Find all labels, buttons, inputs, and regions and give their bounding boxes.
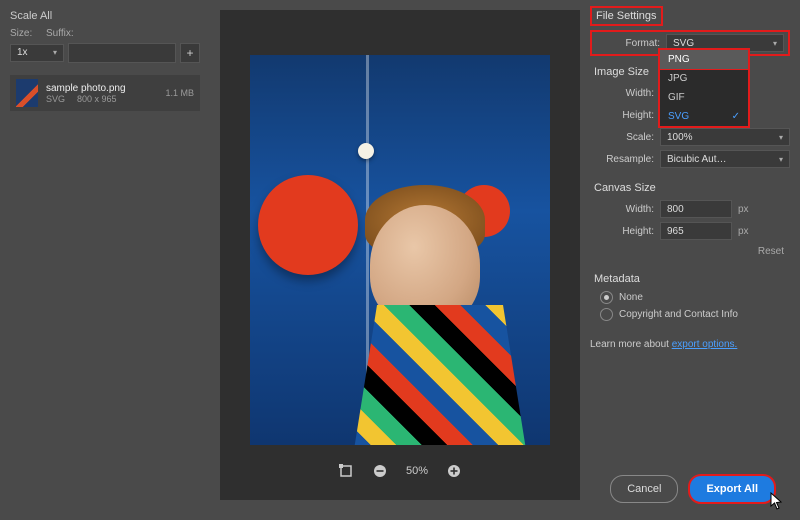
resample-label: Resample:	[590, 154, 654, 165]
scale-label: Scale:	[590, 132, 654, 143]
scale-select[interactable]: 100% ▾	[660, 128, 790, 146]
learn-more-prefix: Learn more about	[590, 339, 672, 350]
metadata-none-label: None	[619, 292, 643, 303]
zoom-out-icon[interactable]	[372, 463, 388, 479]
chevron-down-icon: ▾	[779, 155, 783, 164]
image-size-title: Image Size	[590, 64, 653, 80]
metadata-copyright-label: Copyright and Contact Info	[619, 309, 738, 320]
zoom-toolbar: 50%	[338, 463, 462, 479]
add-scale-button[interactable]: +	[180, 43, 200, 63]
resample-select[interactable]: Bicubic Aut… ▾	[660, 150, 790, 168]
asset-list-item[interactable]: sample photo.png SVG 800 x 965 1.1 MB	[10, 75, 200, 111]
scale-all-panel: Scale All Size: Suffix: 1x ▾ + sample ph…	[10, 10, 200, 111]
height-label: Height:	[590, 110, 654, 121]
format-dropdown-menu[interactable]: PNG JPG GIF SVG ✓	[658, 48, 750, 128]
scale-labels-row: Size: Suffix:	[10, 28, 200, 39]
learn-more-link[interactable]: export options.	[672, 339, 738, 350]
cursor-icon	[770, 492, 784, 510]
resample-value: Bicubic Aut…	[667, 154, 726, 165]
canvas-width-label: Width:	[590, 204, 654, 215]
scale-value: 100%	[667, 132, 693, 143]
check-icon: ✓	[732, 111, 740, 122]
scale-dropdown[interactable]: 1x ▾	[10, 44, 64, 62]
format-value: SVG	[673, 38, 694, 49]
chevron-down-icon: ▾	[53, 44, 57, 62]
resample-row: Resample: Bicubic Aut… ▾	[590, 150, 790, 168]
suffix-input[interactable]	[68, 43, 176, 63]
preview-body	[350, 305, 530, 445]
zoom-value: 50%	[406, 465, 428, 477]
canvas-height-input[interactable]: 965	[660, 222, 732, 240]
preview-panel: 50%	[220, 10, 580, 500]
preview-canvas[interactable]	[250, 55, 550, 445]
format-option-gif[interactable]: GIF	[660, 88, 748, 107]
crop-icon[interactable]	[338, 463, 354, 479]
format-option-svg[interactable]: SVG ✓	[660, 107, 748, 126]
unit-px: px	[738, 204, 754, 215]
asset-dimensions: 800 x 965	[77, 94, 117, 104]
preview-ball	[358, 143, 374, 159]
size-label: Size:	[10, 28, 40, 39]
width-label: Width:	[590, 88, 654, 99]
asset-name: sample photo.png	[46, 83, 157, 94]
scale-inputs-row: 1x ▾ +	[10, 43, 200, 63]
metadata-copyright-row[interactable]: Copyright and Contact Info	[600, 308, 790, 321]
suffix-label: Suffix:	[46, 28, 176, 39]
unit-px: px	[738, 226, 754, 237]
canvas-size-title: Canvas Size	[590, 180, 660, 196]
asset-thumbnail	[16, 79, 38, 107]
asset-filesize: 1.1 MB	[165, 88, 194, 98]
learn-more-text: Learn more about export options.	[590, 339, 790, 350]
canvas-width-input[interactable]: 800	[660, 200, 732, 218]
reset-link[interactable]: Reset	[590, 246, 790, 257]
asset-meta: sample photo.png SVG 800 x 965	[46, 83, 157, 104]
zoom-in-icon[interactable]	[446, 463, 462, 479]
asset-format: SVG	[46, 94, 65, 104]
chevron-down-icon: ▾	[779, 133, 783, 142]
canvas-width-row: Width: 800 px	[590, 200, 790, 218]
radio-icon	[600, 291, 613, 304]
scale-value: 1x	[17, 44, 28, 62]
cancel-button[interactable]: Cancel	[610, 475, 678, 503]
metadata-title: Metadata	[590, 271, 644, 287]
format-option-png[interactable]: PNG	[659, 49, 749, 70]
scale-all-title: Scale All	[10, 10, 200, 22]
metadata-section: Metadata None Copyright and Contact Info	[590, 271, 790, 321]
canvas-height-label: Height:	[590, 226, 654, 237]
format-option-svg-label: SVG	[668, 111, 689, 122]
metadata-none-row[interactable]: None	[600, 291, 790, 304]
export-all-button[interactable]: Export All	[688, 474, 776, 504]
scale-row: Scale: 100% ▾	[590, 128, 790, 146]
file-settings-title: File Settings	[590, 6, 663, 26]
format-label: Format:	[596, 38, 660, 49]
preview-paddle-left	[258, 175, 358, 275]
dialog-footer: Cancel Export All	[610, 474, 776, 504]
chevron-down-icon: ▾	[773, 39, 777, 48]
radio-icon	[600, 308, 613, 321]
format-option-jpg[interactable]: JPG	[660, 69, 748, 88]
canvas-height-row: Height: 965 px	[590, 222, 790, 240]
